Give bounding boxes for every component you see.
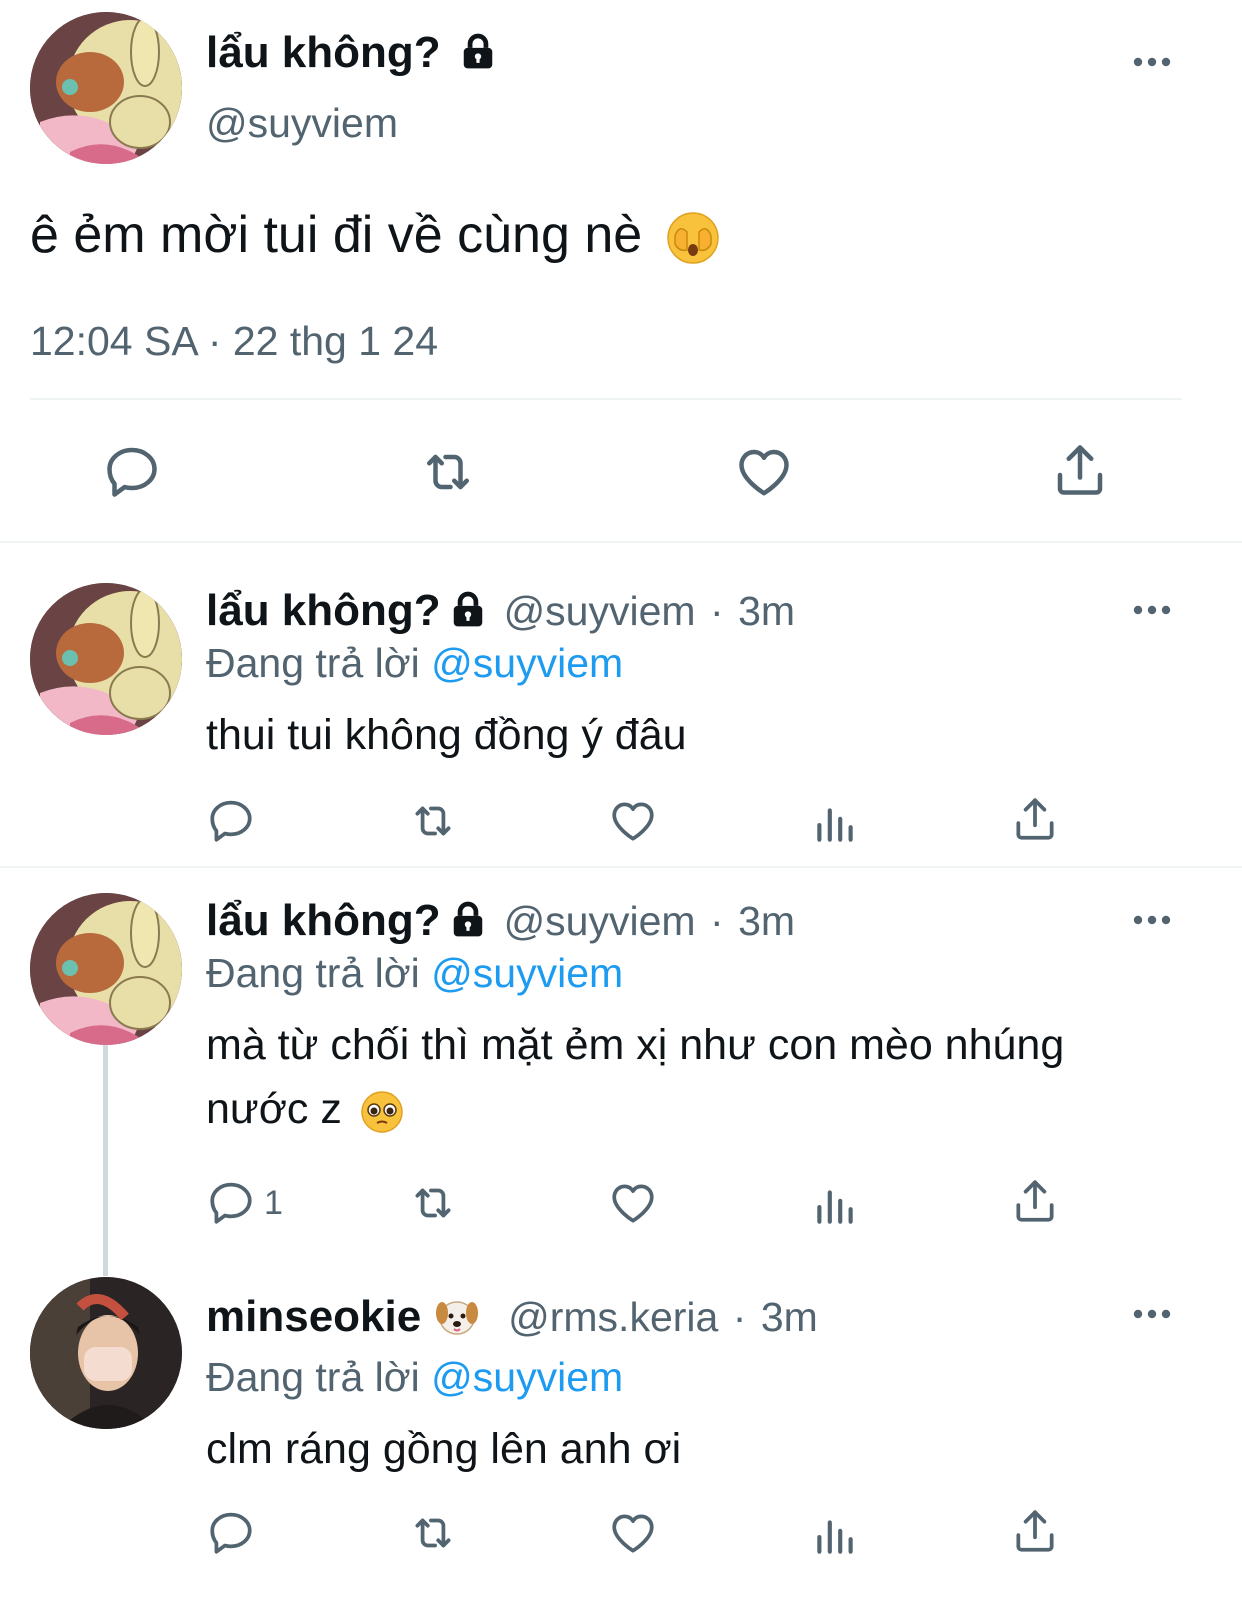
like-icon[interactable]	[608, 796, 658, 846]
author-handle[interactable]: @suyviem	[504, 588, 696, 634]
reply-count: 1	[264, 1184, 283, 1222]
reply-time[interactable]: 3m	[738, 898, 795, 944]
separator-dot: ·	[710, 898, 724, 944]
more-options-icon[interactable]	[1132, 604, 1172, 616]
author-name[interactable]: lẩu không?	[206, 586, 441, 635]
views-icon[interactable]	[810, 1180, 860, 1230]
share-icon[interactable]	[1010, 1506, 1060, 1556]
section-divider	[0, 541, 1242, 543]
reply-header: lẩu không? @suyviem · 3m	[206, 896, 795, 946]
reply-time[interactable]: 3m	[738, 588, 795, 634]
face-with-hand-over-mouth-icon	[666, 212, 719, 265]
reply-text: clm ráng gồng lên anh ơi	[206, 1425, 682, 1473]
reply-text: thui tui không đồng ý đâu	[206, 711, 687, 759]
more-options-icon[interactable]	[1132, 1308, 1172, 1320]
avatar[interactable]	[30, 1277, 182, 1429]
reply-icon[interactable]	[206, 1508, 256, 1558]
retweet-icon[interactable]	[406, 1178, 460, 1228]
views-icon[interactable]	[810, 798, 860, 848]
tweet-timestamp[interactable]: 12:04 SA · 22 thg 1 24	[30, 318, 438, 365]
mention-link[interactable]: @suyviem	[431, 1354, 623, 1400]
replying-to: Đang trả lời @suyviem	[206, 1354, 624, 1400]
reply-icon[interactable]	[206, 1178, 256, 1228]
author-handle[interactable]: @rms.keria	[508, 1294, 718, 1340]
share-icon[interactable]	[1050, 440, 1110, 500]
retweet-icon[interactable]	[406, 796, 460, 846]
replying-to: Đang trả lời @suyviem	[206, 640, 624, 686]
avatar[interactable]	[30, 893, 182, 1045]
lock-icon	[459, 32, 497, 70]
avatar-image	[30, 583, 182, 735]
tweet-text: ê ẻm mời tui đi về cùng nè	[30, 200, 721, 270]
share-icon[interactable]	[1010, 1176, 1060, 1226]
reply-icon[interactable]	[102, 442, 162, 502]
pleading-face-icon	[361, 1090, 403, 1133]
retweet-icon[interactable]	[406, 1508, 460, 1558]
avatar-image	[30, 893, 182, 1045]
timestamp-divider	[30, 398, 1182, 400]
like-icon[interactable]	[608, 1178, 658, 1228]
author-handle[interactable]: @suyviem	[206, 100, 398, 147]
lock-icon	[449, 900, 487, 938]
author-name[interactable]: minseokie	[206, 1292, 421, 1341]
dog-face-icon	[435, 1301, 478, 1335]
author-handle[interactable]: @suyviem	[504, 898, 696, 944]
lock-icon	[449, 590, 487, 628]
section-divider	[0, 866, 1242, 868]
separator-dot: ·	[732, 1294, 747, 1340]
avatar-image	[30, 1277, 182, 1429]
avatar-image	[30, 12, 182, 164]
reply-header: lẩu không? @suyviem · 3m	[206, 586, 795, 636]
author-name[interactable]: lẩu không?	[206, 896, 441, 945]
mention-link[interactable]: @suyviem	[431, 640, 623, 686]
avatar[interactable]	[30, 12, 182, 164]
thread-line	[103, 1044, 108, 1276]
separator-dot: ·	[710, 588, 724, 634]
author-name[interactable]: lẩu không?	[206, 28, 497, 78]
views-icon[interactable]	[810, 1510, 860, 1560]
more-options-icon[interactable]	[1132, 56, 1172, 68]
retweet-icon[interactable]	[416, 442, 480, 502]
more-options-icon[interactable]	[1132, 914, 1172, 926]
reply-icon[interactable]	[206, 796, 256, 846]
replying-to: Đang trả lời @suyviem	[206, 950, 624, 996]
reply-header: minseokie @rms.keria · 3m	[206, 1292, 818, 1342]
reply-time[interactable]: 3m	[761, 1294, 818, 1340]
reply-text: mà từ chối thì mặt ẻm xị như con mèo nhú…	[206, 1021, 1065, 1133]
avatar[interactable]	[30, 583, 182, 735]
like-icon[interactable]	[734, 442, 794, 502]
mention-link[interactable]: @suyviem	[431, 950, 623, 996]
share-icon[interactable]	[1010, 794, 1060, 844]
like-icon[interactable]	[608, 1508, 658, 1558]
